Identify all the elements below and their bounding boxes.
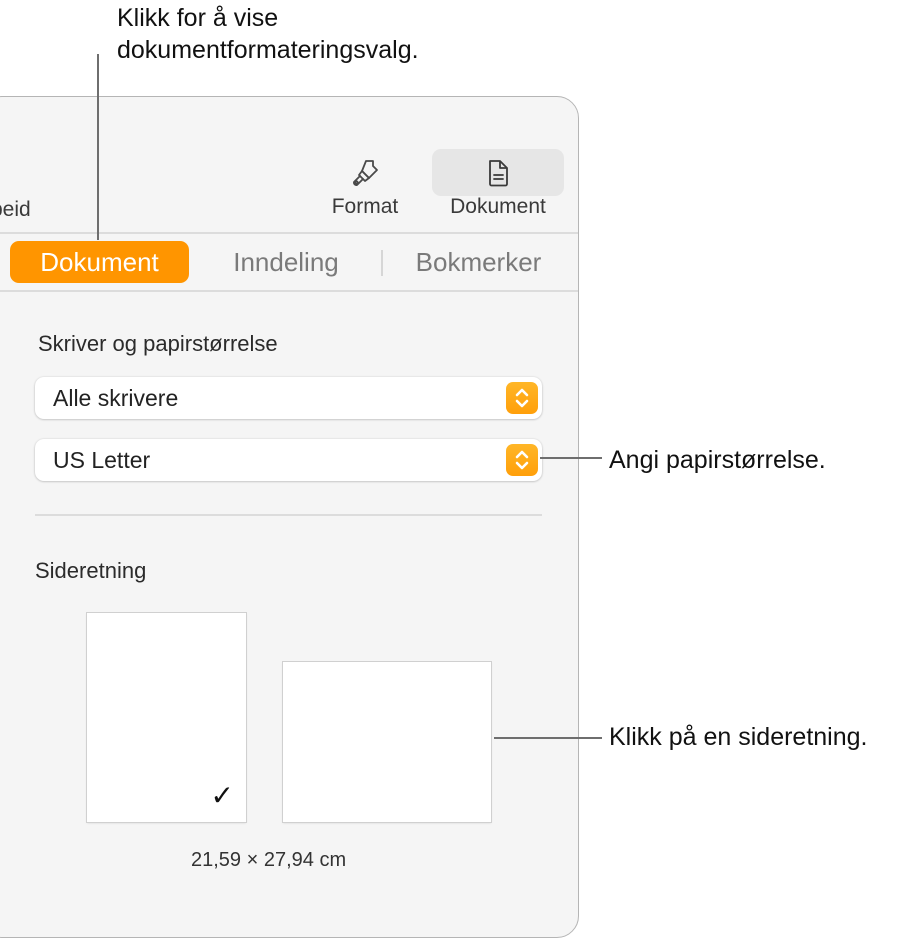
paper-size-value: US Letter: [53, 447, 151, 473]
callout-line-1: Klikk for å vise: [117, 4, 279, 32]
callout-leader-orientation: [494, 737, 602, 739]
document-tabs: Dokument Inndeling Bokmerker: [0, 233, 578, 291]
document-icon: [489, 160, 508, 187]
callout-orientation: Klikk på en sideretning.: [609, 723, 868, 751]
printer-section-title: Skriver og papirstørrelse: [38, 331, 278, 356]
updown-chevron-icon: [506, 382, 538, 414]
tabs-divider: [0, 290, 578, 292]
tab-separator: [381, 250, 383, 276]
paper-dimensions: 21,59 × 27,94 cm: [191, 849, 347, 871]
document-button[interactable]: Dokument: [432, 157, 564, 219]
document-inspector-panel: beid Format Dokument Dokument Inndeling …: [0, 96, 579, 938]
updown-chevron-icon: [506, 444, 538, 476]
format-button[interactable]: Format: [321, 157, 409, 219]
section-divider: [35, 514, 542, 516]
paper-size-popup[interactable]: US Letter: [35, 439, 542, 481]
tab-inndeling[interactable]: Inndeling: [216, 241, 356, 283]
document-label: Dokument: [450, 195, 546, 218]
toolbar-partial-button[interactable]: beid: [0, 198, 31, 222]
callout-paper-size: Angi papirstørrelse.: [609, 446, 826, 474]
inspector-toolbar: beid Format Dokument: [0, 97, 578, 233]
callout-line-2: dokumentformateringsvalg.: [117, 36, 419, 64]
printer-value: Alle skrivere: [53, 385, 179, 411]
callout-leader-document-tab: [97, 54, 99, 240]
checkmark-icon: ✓: [210, 780, 234, 811]
tab-bokmerker[interactable]: Bokmerker: [401, 241, 556, 283]
callout-leader-paper-size: [540, 457, 602, 459]
portrait-orientation-option[interactable]: ✓: [87, 613, 246, 822]
format-label: Format: [331, 195, 399, 218]
printer-popup[interactable]: Alle skrivere: [35, 377, 542, 419]
orientation-section-title: Sideretning: [35, 558, 147, 583]
landscape-orientation-option[interactable]: [283, 662, 491, 822]
paintbrush-icon: [353, 160, 378, 186]
tab-dokument[interactable]: Dokument: [10, 241, 189, 283]
callout-document-tab: Klikk for å vise dokumentformateringsval…: [117, 2, 419, 66]
